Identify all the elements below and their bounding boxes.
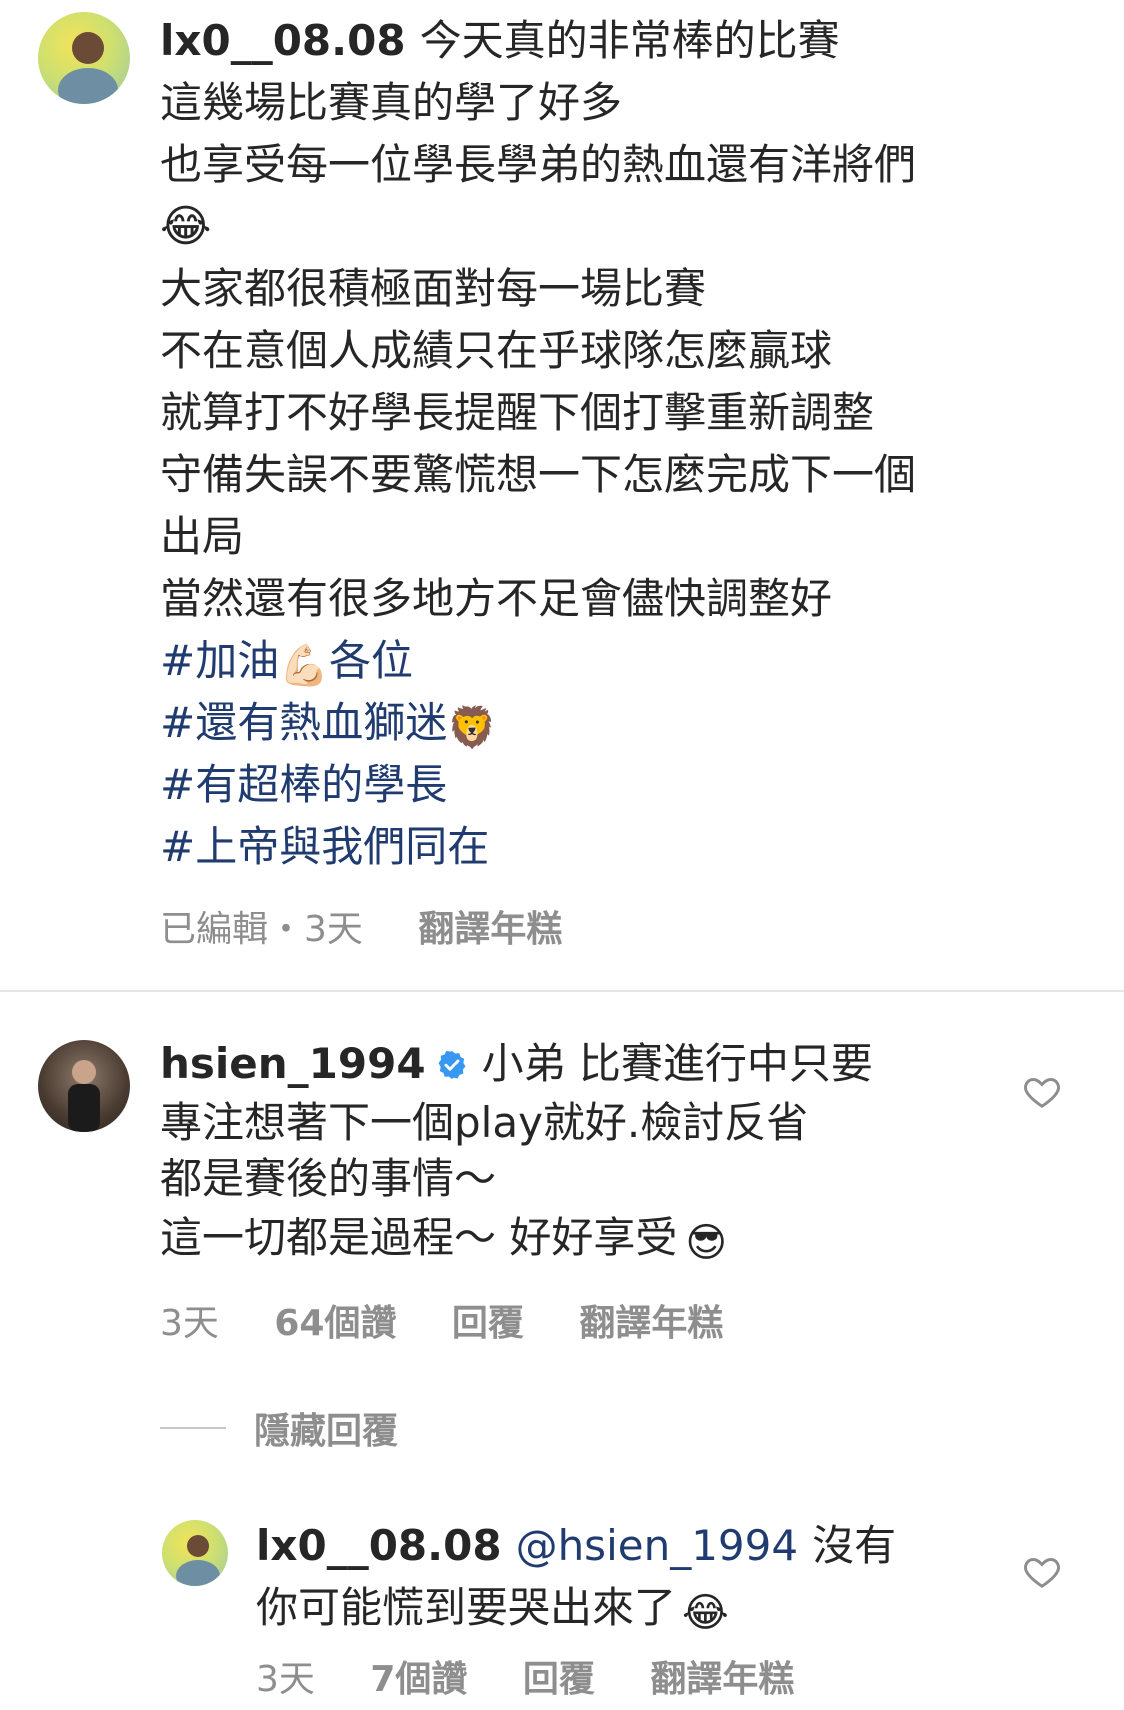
comment-text-line: 就算打不好學長提醒下個打擊重新調整 [160, 388, 875, 437]
comment-body: hsien_1994 小弟 比賽進行中只要 專注想著下一個play就好.檢討反省 … [160, 1033, 1040, 1269]
avatar-image [176, 1535, 220, 1586]
comment-text-line: 當然還有很多地方不足會儘快調整好 [160, 574, 833, 623]
translate-button[interactable]: 翻譯年糕 [579, 1303, 723, 1344]
avatar[interactable] [38, 1040, 130, 1132]
hide-replies-rule [160, 1427, 226, 1429]
reply-button[interactable]: 回覆 [452, 1303, 524, 1344]
comment-text-line: 沒有 [812, 1521, 897, 1570]
hashtag-link[interactable]: #加油 [160, 636, 279, 685]
avatar[interactable] [38, 12, 130, 104]
comment-meta: 已編輯・3天 翻譯年糕 [160, 900, 606, 952]
emoji-laughing-icon: 😂 [160, 201, 212, 252]
comment-body: lx0__08.08 今天真的非常棒的比賽 這幾場比賽真的學了好多 也享受每一位學… [160, 10, 1060, 878]
heart-icon[interactable] [1022, 1072, 1062, 1112]
comment-text-line: 也享受每一位學長學弟的熱血還有洋將們 [160, 140, 917, 189]
translate-button[interactable]: 翻譯年糕 [650, 1659, 794, 1700]
comment-text-line: 今天真的非常棒的比賽 [419, 16, 840, 65]
mention-link[interactable]: @hsien_1994 [516, 1521, 799, 1570]
hashtag-link-tail[interactable]: 各位 [329, 636, 413, 685]
likes-count[interactable]: 7個讚 [370, 1659, 467, 1700]
comment-text-line: 出局 [160, 512, 245, 561]
avatar[interactable] [162, 1520, 228, 1586]
hashtag-link[interactable]: #上帝與我們同在 [160, 816, 1060, 878]
divider [0, 990, 1124, 992]
emoji-flexed-biceps-icon: 💪🏻 [279, 643, 330, 689]
heart-icon[interactable] [1022, 1552, 1062, 1592]
comment-text-line: 不在意個人成績只在乎球隊怎麼贏球 [160, 326, 833, 375]
reply-button[interactable]: 回覆 [523, 1659, 595, 1700]
comment-text-line: 大家都很積極面對每一場比賽 [160, 264, 707, 313]
username[interactable]: hsien_1994 [160, 1039, 426, 1088]
comment-text-line: 你可能慌到要哭出來了 [256, 1583, 677, 1632]
verified-badge-icon [438, 1050, 466, 1079]
comment-meta: 3天 7個讚 回覆 翻譯年糕 [256, 1650, 838, 1702]
username[interactable]: lx0__08.08 [160, 16, 406, 65]
comment-time: 3天 [256, 1659, 315, 1700]
emoji-sunglasses-icon: 😎 [685, 1220, 728, 1266]
comment-text-line: 都是賽後的事情～ [160, 1154, 497, 1203]
likes-count[interactable]: 64個讚 [274, 1303, 396, 1344]
emoji-lion-icon: 🦁 [447, 705, 498, 751]
avatar-image [58, 32, 118, 104]
hide-replies-button[interactable]: 隱藏回覆 [160, 1398, 398, 1458]
comment-text-line: 小弟 比賽進行中只要 [481, 1039, 873, 1088]
translate-button[interactable]: 翻譯年糕 [418, 909, 562, 950]
comment-text-line: 守備失誤不要驚慌想一下怎麼完成下一個 [160, 450, 917, 499]
username[interactable]: lx0__08.08 [256, 1521, 502, 1570]
hide-replies-label: 隱藏回覆 [254, 1411, 399, 1452]
comment-body: lx0__08.08 @hsien_1994 沒有 你可能慌到要哭出來了 😂 [256, 1515, 1036, 1639]
emoji-laughing-icon: 😂 [682, 1590, 729, 1636]
comment-text-line: 這幾場比賽真的學了好多 [160, 78, 623, 127]
avatar-image [68, 1060, 100, 1132]
edited-time: 已編輯・3天 [160, 909, 363, 950]
hashtag-link[interactable]: #還有熱血獅迷 [160, 698, 447, 747]
comment-meta: 3天 64個讚 回覆 翻譯年糕 [160, 1294, 767, 1346]
comment-text-line: 這一切都是過程～ 好好享受 [160, 1213, 678, 1262]
comment-text-line: 專注想著下一個play就好.檢討反省 [160, 1098, 809, 1147]
comment-time: 3天 [160, 1303, 219, 1344]
hashtag-link[interactable]: #有超棒的學長 [160, 754, 1060, 816]
